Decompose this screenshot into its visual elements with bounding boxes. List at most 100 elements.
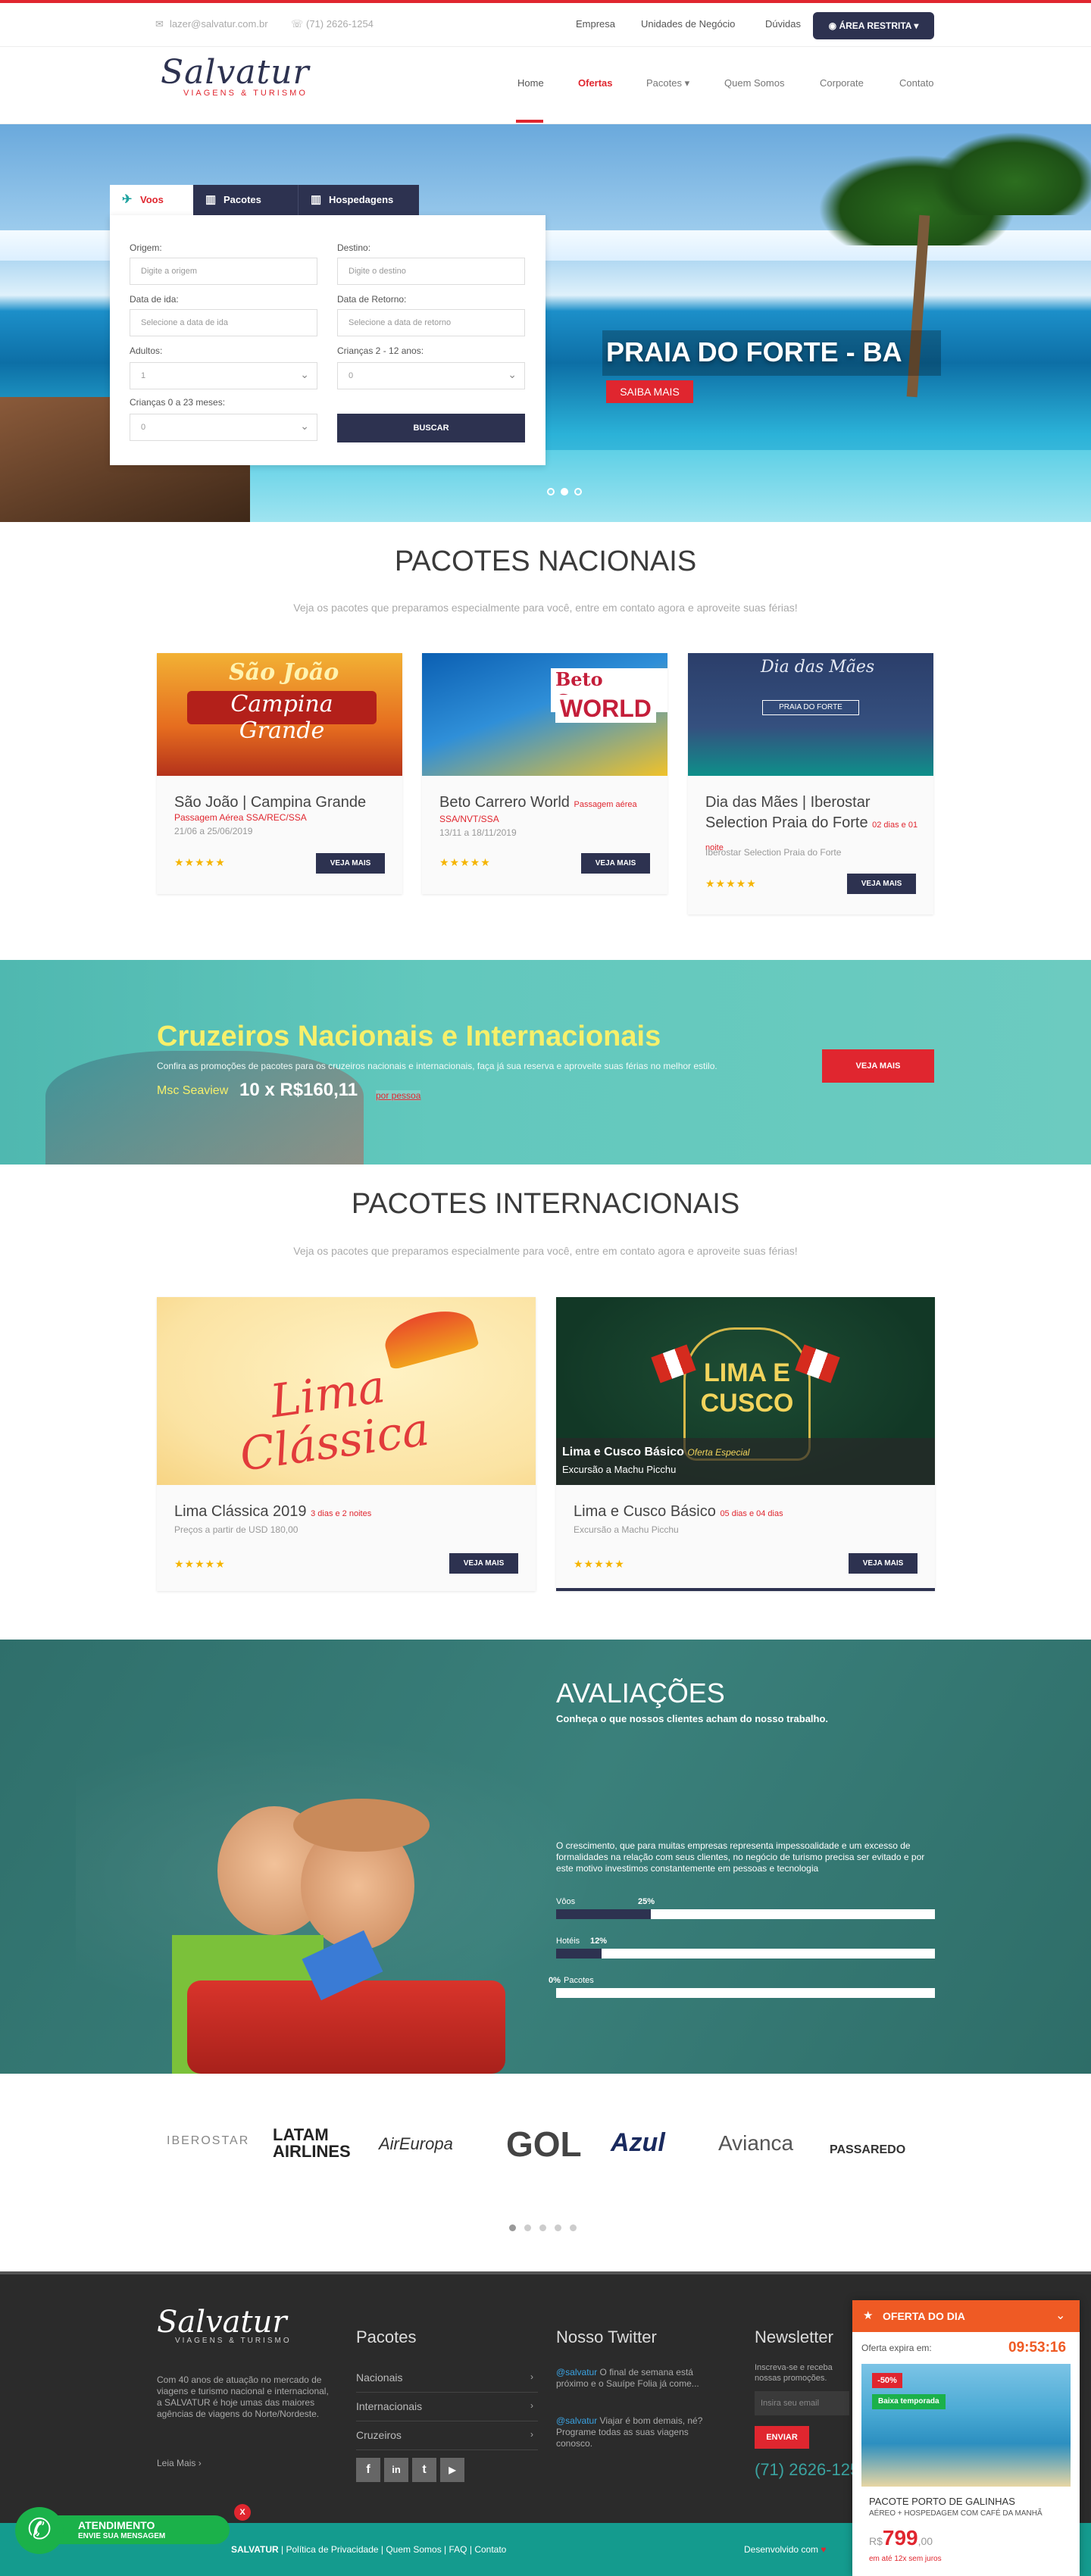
whatsapp-widget[interactable]: ✆ ATENDIMENTO ENVIE SUA MENSAGEM X (0, 2504, 251, 2554)
phone-icon: ☏ (291, 18, 304, 30)
link-contato[interactable]: Contato (474, 2544, 506, 2555)
enviar-button[interactable]: ENVIAR (755, 2426, 809, 2449)
progress-fill (556, 1949, 602, 1959)
retorno-label: Data de Retorno: (337, 294, 407, 305)
nav-ofertas[interactable]: Ofertas (578, 77, 613, 89)
package-dates: 21/06 a 25/06/2019 (174, 826, 253, 836)
package-card[interactable]: LIMA E CUSCO Lima e Cusco Básico Oferta … (556, 1297, 935, 1591)
partner-logo-passaredo[interactable]: PASSAREDO (830, 2143, 905, 2157)
progress-bar (556, 1988, 935, 1998)
tab-pacotes[interactable]: ▥ Pacotes (193, 185, 298, 215)
carousel-dot-active[interactable] (509, 2224, 516, 2231)
carousel-dot[interactable] (524, 2224, 531, 2231)
rating-stars: ★★★★★ (705, 877, 757, 889)
link-privacidade[interactable]: Política de Privacidade (286, 2544, 378, 2555)
nav-pacotes[interactable]: Pacotes ▾ (646, 77, 689, 89)
ida-date-input[interactable]: Selecione a data de ida (130, 309, 317, 336)
package-image: Dia das Mães PRAIA DO FORTE (688, 653, 933, 776)
carousel-dot[interactable] (539, 2224, 546, 2231)
twitter-icon[interactable]: t (412, 2458, 436, 2482)
partner-logo-gol[interactable]: GOL (506, 2124, 582, 2165)
leia-mais-link[interactable]: Leia Mais › (157, 2458, 202, 2468)
slider-dot[interactable] (574, 488, 582, 496)
partner-logo-azul[interactable]: Azul (611, 2128, 665, 2158)
slider-dot-active[interactable] (561, 488, 568, 496)
package-card[interactable]: São João Campina Grande São João | Campi… (157, 653, 402, 894)
cruise-title: Cruzeiros Nacionais e Internacionais (157, 1021, 661, 1052)
newsletter-email-input[interactable]: Insira seu email (755, 2391, 849, 2415)
adultos-select[interactable]: 1 (130, 361, 317, 389)
veja-mais-button[interactable]: VEJA MAIS (316, 853, 385, 874)
chevron-down-icon[interactable]: ⌄ (1055, 2308, 1065, 2323)
origem-input[interactable]: Digite a origem (130, 258, 317, 285)
slider-dot[interactable] (547, 488, 555, 496)
cruise-veja-mais-button[interactable]: VEJA MAIS (822, 1049, 934, 1083)
bar-pct: 0% (549, 1976, 561, 1985)
expira-label: Oferta expira em: (861, 2343, 932, 2353)
reviews-title: AVALIAÇÕES (556, 1677, 725, 1708)
link-faq[interactable]: FAQ (449, 2544, 467, 2555)
package-card[interactable]: Lima Clássica Lima Clássica 2019 3 dias … (157, 1297, 536, 1591)
whatsapp-sub: ENVIE SUA MENSAGEM (78, 2532, 166, 2540)
topbar-link-empresa[interactable]: Empresa (576, 18, 615, 30)
oferta-image[interactable]: -50% Baixa temporada (861, 2364, 1071, 2487)
chevron-right-icon: › (530, 2400, 533, 2411)
footer-phone[interactable]: (71) 2626-1254 (755, 2460, 868, 2480)
oferta-price: R$799,00 (869, 2526, 933, 2549)
close-icon[interactable]: X (234, 2504, 251, 2521)
rating-stars: ★★★★★ (174, 1558, 226, 1570)
globe-icon: ◉ (828, 20, 839, 31)
topbar-link-duvidas[interactable]: Dúvidas (765, 18, 801, 30)
youtube-icon[interactable]: ▶ (440, 2458, 464, 2482)
partner-logo-iberostar[interactable]: IBEROSTAR (167, 2134, 249, 2148)
whatsapp-icon[interactable]: ✆ (15, 2507, 64, 2554)
veja-mais-button[interactable]: VEJA MAIS (449, 1553, 518, 1574)
heart-icon: ♥ (821, 2544, 827, 2555)
linkedin-icon[interactable]: in (384, 2458, 408, 2482)
oferta-header[interactable]: ★ OFERTA DO DIA ⌄ (852, 2300, 1080, 2332)
email-icon: ✉ (155, 18, 164, 30)
bar-pct: 25% (638, 1897, 655, 1906)
facebook-icon[interactable]: f (356, 2458, 380, 2482)
partner-logo-aireuropa[interactable]: AirEuropa (379, 2134, 453, 2154)
area-restrita-button[interactable]: ◉ ÁREA RESTRITA ▾ (813, 12, 934, 39)
footer-link-cruzeiros[interactable]: Cruzeiros (356, 2429, 402, 2441)
reviews-text: O crescimento, que para muitas empresas … (556, 1840, 925, 1874)
topbar-email[interactable]: lazer@salvatur.com.br (170, 18, 268, 30)
nav-quem-somos[interactable]: Quem Somos (724, 77, 784, 89)
partner-logo-avianca[interactable]: Avianca (718, 2131, 793, 2156)
nav-contato[interactable]: Contato (899, 77, 934, 89)
topbar-phone[interactable]: (71) 2626-1254 (306, 18, 374, 30)
veja-mais-button[interactable]: VEJA MAIS (849, 1553, 918, 1574)
package-card[interactable]: Dia das Mães PRAIA DO FORTE Dia das Mães… (688, 653, 933, 914)
destino-input[interactable]: Digite o destino (337, 258, 525, 285)
buscar-button[interactable]: BUSCAR (337, 414, 525, 442)
nav-home[interactable]: Home (517, 77, 544, 89)
nav-corporate[interactable]: Corporate (820, 77, 864, 89)
veja-mais-button[interactable]: VEJA MAIS (847, 874, 916, 894)
bebes-select[interactable]: 0 (130, 413, 317, 441)
carousel-dot[interactable] (570, 2224, 577, 2231)
package-title: Beto Carrero World Passagem aérea (439, 794, 637, 811)
tab-voos[interactable]: ✈ Voos (110, 185, 193, 215)
footer-link-nacionais[interactable]: Nacionais (356, 2371, 402, 2384)
footer-link-internacionais[interactable]: Internacionais (356, 2400, 422, 2412)
retorno-date-input[interactable]: Selecione a data de retorno (337, 309, 525, 336)
origem-label: Origem: (130, 242, 162, 253)
package-title: Lima Clássica 2019 3 dias e 2 noites (174, 1503, 372, 1520)
carousel-dot[interactable] (555, 2224, 561, 2231)
ida-label: Data de ida: (130, 294, 179, 305)
link-quem-somos[interactable]: Quem Somos (386, 2544, 441, 2555)
footer-logo[interactable]: Salvatur VIAGENS & TURISMO (157, 2305, 292, 2345)
criancas-select[interactable]: 0 (337, 361, 525, 389)
topbar-link-unidades[interactable]: Unidades de Negócio (641, 18, 735, 30)
partner-logo-latam[interactable]: LATAM AIRLINES (273, 2127, 371, 2160)
partners-carousel: IBEROSTAR LATAM AIRLINES AirEuropa GOL A… (0, 2074, 1091, 2271)
tab-hospedagens[interactable]: ▥ Hospedagens (298, 185, 419, 215)
veja-mais-button[interactable]: VEJA MAIS (581, 853, 650, 874)
sun-hat (293, 1799, 430, 1852)
saiba-mais-button[interactable]: SAIBA MAIS (606, 380, 693, 403)
package-card[interactable]: Beto Carrero WORLD Beto Carrero World Pa… (422, 653, 667, 894)
logo[interactable]: Salvatur VIAGENS & TURISMO (161, 53, 324, 121)
cruise-ship: Msc Seaview (157, 1084, 229, 1097)
